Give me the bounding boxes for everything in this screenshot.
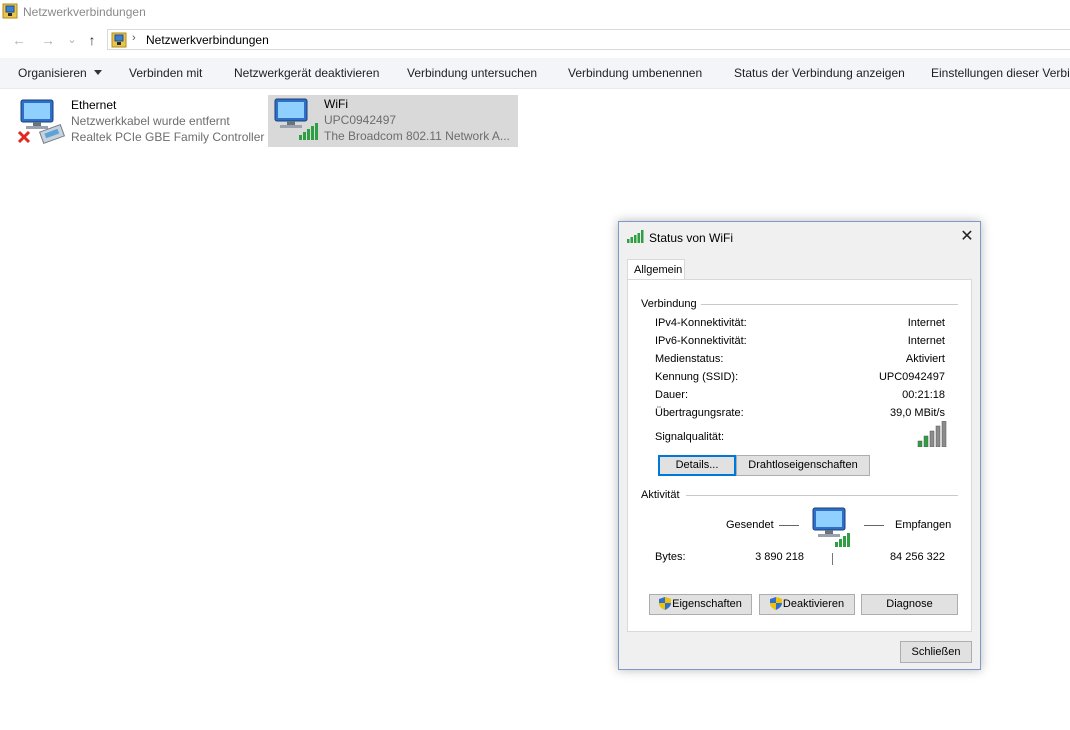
organize-label: Organisieren: [18, 66, 87, 80]
network-folder-icon: [2, 3, 18, 22]
ipv4-value: Internet: [907, 317, 945, 329]
connection-name: Ethernet: [71, 98, 117, 112]
forward-arrow-icon[interactable]: →: [40, 31, 56, 49]
back-arrow-icon[interactable]: ←: [11, 31, 27, 49]
address-row: ← → ⌄ ↑ › Netzwerkverbindungen: [0, 27, 1070, 53]
activity-divider: [832, 553, 833, 565]
group-divider: [701, 304, 958, 305]
properties-button[interactable]: Eigenschaften: [649, 594, 752, 615]
ipv4-label: IPv4-Konnektivität:: [655, 317, 747, 329]
shield-icon: [769, 597, 782, 617]
wireless-properties-button[interactable]: Drahtloseigenschaften: [736, 455, 870, 476]
activity-group-label: Aktivität: [641, 489, 680, 501]
tab-general[interactable]: Allgemein: [627, 259, 685, 280]
breadcrumb[interactable]: Netzwerkverbindungen: [146, 33, 269, 47]
speed-label: Übertragungsrate:: [655, 407, 744, 419]
bytes-received-value: 84 256 322: [889, 551, 945, 563]
signal-quality-label: Signalqualität:: [655, 431, 725, 443]
close-icon[interactable]: ✕: [959, 229, 975, 245]
signal-bar: [917, 440, 923, 448]
address-bar[interactable]: › Netzwerkverbindungen: [107, 29, 1070, 50]
rename-connection-button[interactable]: Verbindung umbenennen: [568, 66, 702, 80]
signal-bar: [929, 430, 935, 448]
connection-device: Realtek PCIe GBE Family Controller: [71, 130, 265, 144]
recent-locations-icon[interactable]: ⌄: [64, 31, 80, 49]
deactivate-button[interactable]: Deaktivieren: [759, 594, 855, 615]
dropdown-arrow-icon: [94, 70, 103, 75]
duration-value: 00:21:18: [902, 389, 945, 401]
group-divider: [686, 495, 958, 496]
window-title: Netzwerkverbindungen: [23, 5, 146, 19]
title-bar: Netzwerkverbindungen: [0, 0, 1070, 24]
wifi-adapter-icon: [271, 97, 321, 148]
duration-label: Dauer:: [655, 389, 689, 401]
connection-item-wifi[interactable]: WiFi UPC0942497 The Broadcom 802.11 Netw…: [268, 95, 518, 147]
network-computer-icon: [811, 506, 853, 551]
signal-strength-icon: [917, 420, 947, 450]
sent-label: Gesendet: [726, 519, 774, 531]
sent-line: [779, 525, 799, 526]
ipv6-value: Internet: [907, 335, 945, 347]
diagnose-button[interactable]: Diagnose: [861, 594, 958, 615]
signal-bar: [923, 435, 929, 448]
disconnected-x-icon: [17, 130, 31, 147]
signal-bar: [935, 425, 941, 448]
network-folder-icon: [111, 32, 127, 51]
media-status-value: Aktiviert: [905, 353, 945, 365]
speed-value: 39,0 MBit/s: [889, 407, 945, 419]
connection-group-label: Verbindung: [641, 298, 697, 310]
status-dialog: Status von WiFi ✕ Allgemein Verbindung I…: [618, 221, 981, 670]
details-button[interactable]: Details...: [658, 455, 736, 476]
command-bar: Organisieren Verbinden mit Netzwerkgerät…: [0, 58, 1070, 89]
ssid-value: UPC0942497: [878, 371, 945, 383]
view-status-button[interactable]: Status der Verbindung anzeigen: [734, 66, 905, 80]
connection-status: Netzwerkkabel wurde entfernt: [71, 114, 230, 128]
properties-label: Eigenschaften: [672, 598, 742, 610]
connect-button[interactable]: Verbinden mit: [129, 66, 202, 80]
signal-bar: [941, 420, 947, 448]
media-status-label: Medienstatus:: [655, 353, 724, 365]
dialog-title: Status von WiFi: [649, 231, 734, 245]
bytes-sent-value: 3 890 218: [755, 551, 804, 563]
up-arrow-icon[interactable]: ↑: [84, 31, 100, 49]
signal-icon: [627, 230, 645, 246]
general-panel: Verbindung IPv4-Konnektivität: Internet …: [627, 279, 972, 632]
received-line: [864, 525, 884, 526]
diagnose-connection-button[interactable]: Verbindung untersuchen: [407, 66, 537, 80]
ssid-label: Kennung (SSID):: [655, 371, 739, 383]
close-button[interactable]: Schließen: [900, 641, 972, 663]
connection-status: UPC0942497: [324, 113, 397, 127]
bytes-label: Bytes:: [655, 551, 686, 563]
ipv6-label: IPv6-Konnektivität:: [655, 335, 747, 347]
breadcrumb-separator[interactable]: ›: [132, 32, 136, 44]
shield-icon: [659, 597, 672, 617]
disable-device-button[interactable]: Netzwerkgerät deaktivieren: [234, 66, 379, 80]
organize-button[interactable]: Organisieren: [18, 66, 103, 80]
connection-item-ethernet[interactable]: Ethernet Netzwerkkabel wurde entfernt Re…: [15, 96, 265, 148]
received-label: Empfangen: [895, 519, 952, 531]
change-settings-button[interactable]: Einstellungen dieser Verbin: [931, 66, 1070, 80]
connection-name: WiFi: [324, 97, 348, 111]
connection-device: The Broadcom 802.11 Network A...: [324, 129, 510, 143]
deactivate-label: Deaktivieren: [782, 598, 845, 610]
tab-label: Allgemein: [634, 264, 683, 276]
